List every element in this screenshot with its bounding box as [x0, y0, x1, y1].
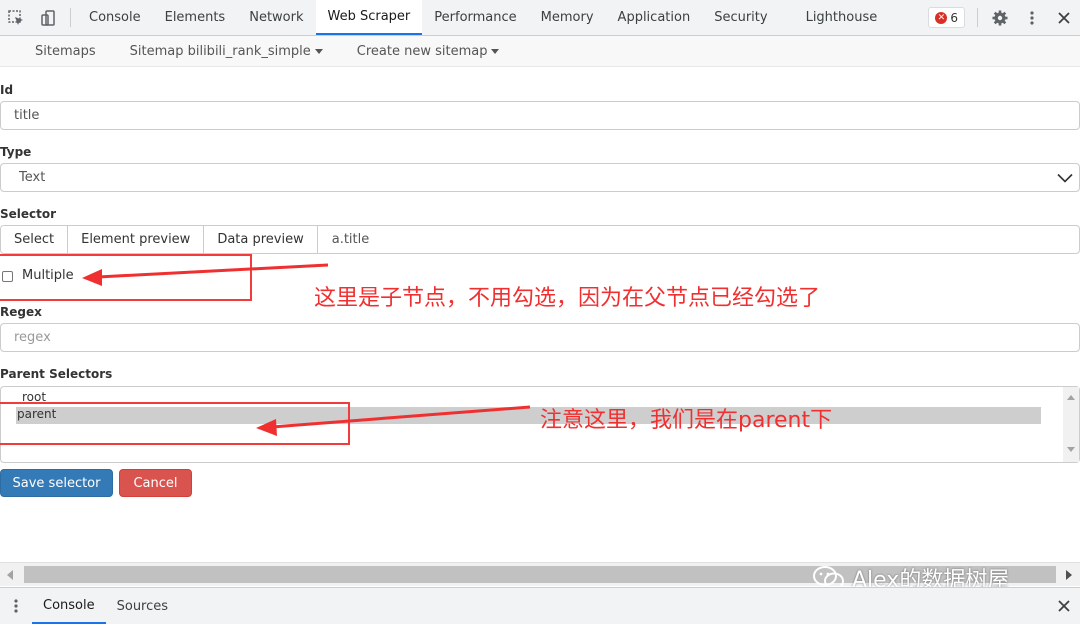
- tab-application[interactable]: Application: [606, 0, 703, 35]
- caret-down-icon: [314, 48, 323, 54]
- error-icon: ✕: [935, 11, 948, 24]
- scroll-down-arrow-icon[interactable]: [1067, 447, 1075, 452]
- more-options-icon[interactable]: [1016, 0, 1048, 35]
- id-input[interactable]: title: [0, 101, 1080, 130]
- toolbar-divider: [977, 8, 978, 27]
- device-toolbar-icon[interactable]: [32, 0, 64, 35]
- regex-label: Regex: [0, 305, 42, 319]
- tab-console[interactable]: Console: [77, 0, 153, 35]
- nav-sitemap-dropdown[interactable]: Sitemap bilibili_rank_simple: [113, 44, 340, 59]
- selector-label: Selector: [0, 207, 57, 221]
- tab-memory[interactable]: Memory: [529, 0, 606, 35]
- close-drawer-icon[interactable]: [1048, 588, 1080, 624]
- annotation-box-multiple: [0, 254, 252, 301]
- type-select[interactable]: Text: [0, 163, 1080, 192]
- tab-elements[interactable]: Elements: [153, 0, 238, 35]
- select-button[interactable]: Select: [1, 226, 69, 253]
- settings-gear-icon[interactable]: [984, 0, 1016, 35]
- tab-network[interactable]: Network: [237, 0, 315, 35]
- save-selector-button[interactable]: Save selector: [0, 469, 113, 497]
- selector-input[interactable]: a.title: [318, 226, 384, 253]
- annotation-box-parent: [0, 402, 350, 445]
- id-label: Id: [0, 83, 14, 97]
- tab-security[interactable]: Security: [702, 0, 779, 35]
- devtools-tab-bar: Console Elements Network Web Scraper Per…: [0, 0, 1080, 36]
- regex-placeholder: regex: [14, 330, 51, 345]
- annotation-arrows: [82, 263, 531, 436]
- nav-create-sitemap-dropdown[interactable]: Create new sitemap: [340, 44, 517, 59]
- parent-selectors-label: Parent Selectors: [0, 367, 113, 381]
- tab-lighthouse[interactable]: Lighthouse: [780, 0, 890, 35]
- toolbar-divider: [70, 8, 71, 27]
- chevron-down-icon: [1057, 173, 1073, 183]
- scroll-up-arrow-icon[interactable]: [1067, 395, 1075, 400]
- scroll-left-arrow-icon[interactable]: [7, 570, 13, 580]
- data-preview-button[interactable]: Data preview: [204, 226, 318, 253]
- listbox-scrollbar[interactable]: [1063, 387, 1079, 462]
- nav-sitemap-label: Sitemap bilibili_rank_simple: [129, 43, 311, 59]
- selector-input-group: Select Element preview Data preview a.ti…: [0, 225, 1080, 254]
- type-select-value: Text: [19, 170, 46, 185]
- scraper-navbar: Sitemaps Sitemap bilibili_rank_simple Cr…: [0, 36, 1080, 67]
- drawer-tab-console[interactable]: Console: [32, 588, 106, 624]
- type-label: Type: [0, 145, 32, 159]
- id-input-value: title: [14, 108, 40, 123]
- annotation-text-multiple: 这里是子节点，不用勾选，因为在父节点已经勾选了: [314, 286, 821, 311]
- nav-create-label: Create new sitemap: [356, 43, 488, 59]
- cancel-button[interactable]: Cancel: [119, 469, 192, 497]
- error-count-badge[interactable]: ✕ 6: [928, 7, 965, 28]
- caret-down-icon: [491, 48, 500, 54]
- drawer-tab-sources[interactable]: Sources: [106, 588, 179, 624]
- drawer-menu-icon[interactable]: [0, 588, 32, 624]
- nav-sitemaps[interactable]: Sitemaps: [0, 44, 113, 59]
- regex-input[interactable]: regex: [0, 323, 1080, 352]
- close-devtools-icon[interactable]: [1048, 0, 1080, 35]
- inspect-element-icon[interactable]: [0, 0, 32, 35]
- tab-performance[interactable]: Performance: [422, 0, 528, 35]
- error-count: 6: [950, 10, 958, 25]
- element-preview-button[interactable]: Element preview: [68, 226, 205, 253]
- scroll-right-arrow-icon[interactable]: [1066, 570, 1072, 580]
- tab-web-scraper[interactable]: Web Scraper: [315, 0, 423, 35]
- devtools-drawer: Console Sources: [0, 587, 1080, 624]
- annotation-text-parent: 注意这里，我们是在parent下: [540, 408, 833, 433]
